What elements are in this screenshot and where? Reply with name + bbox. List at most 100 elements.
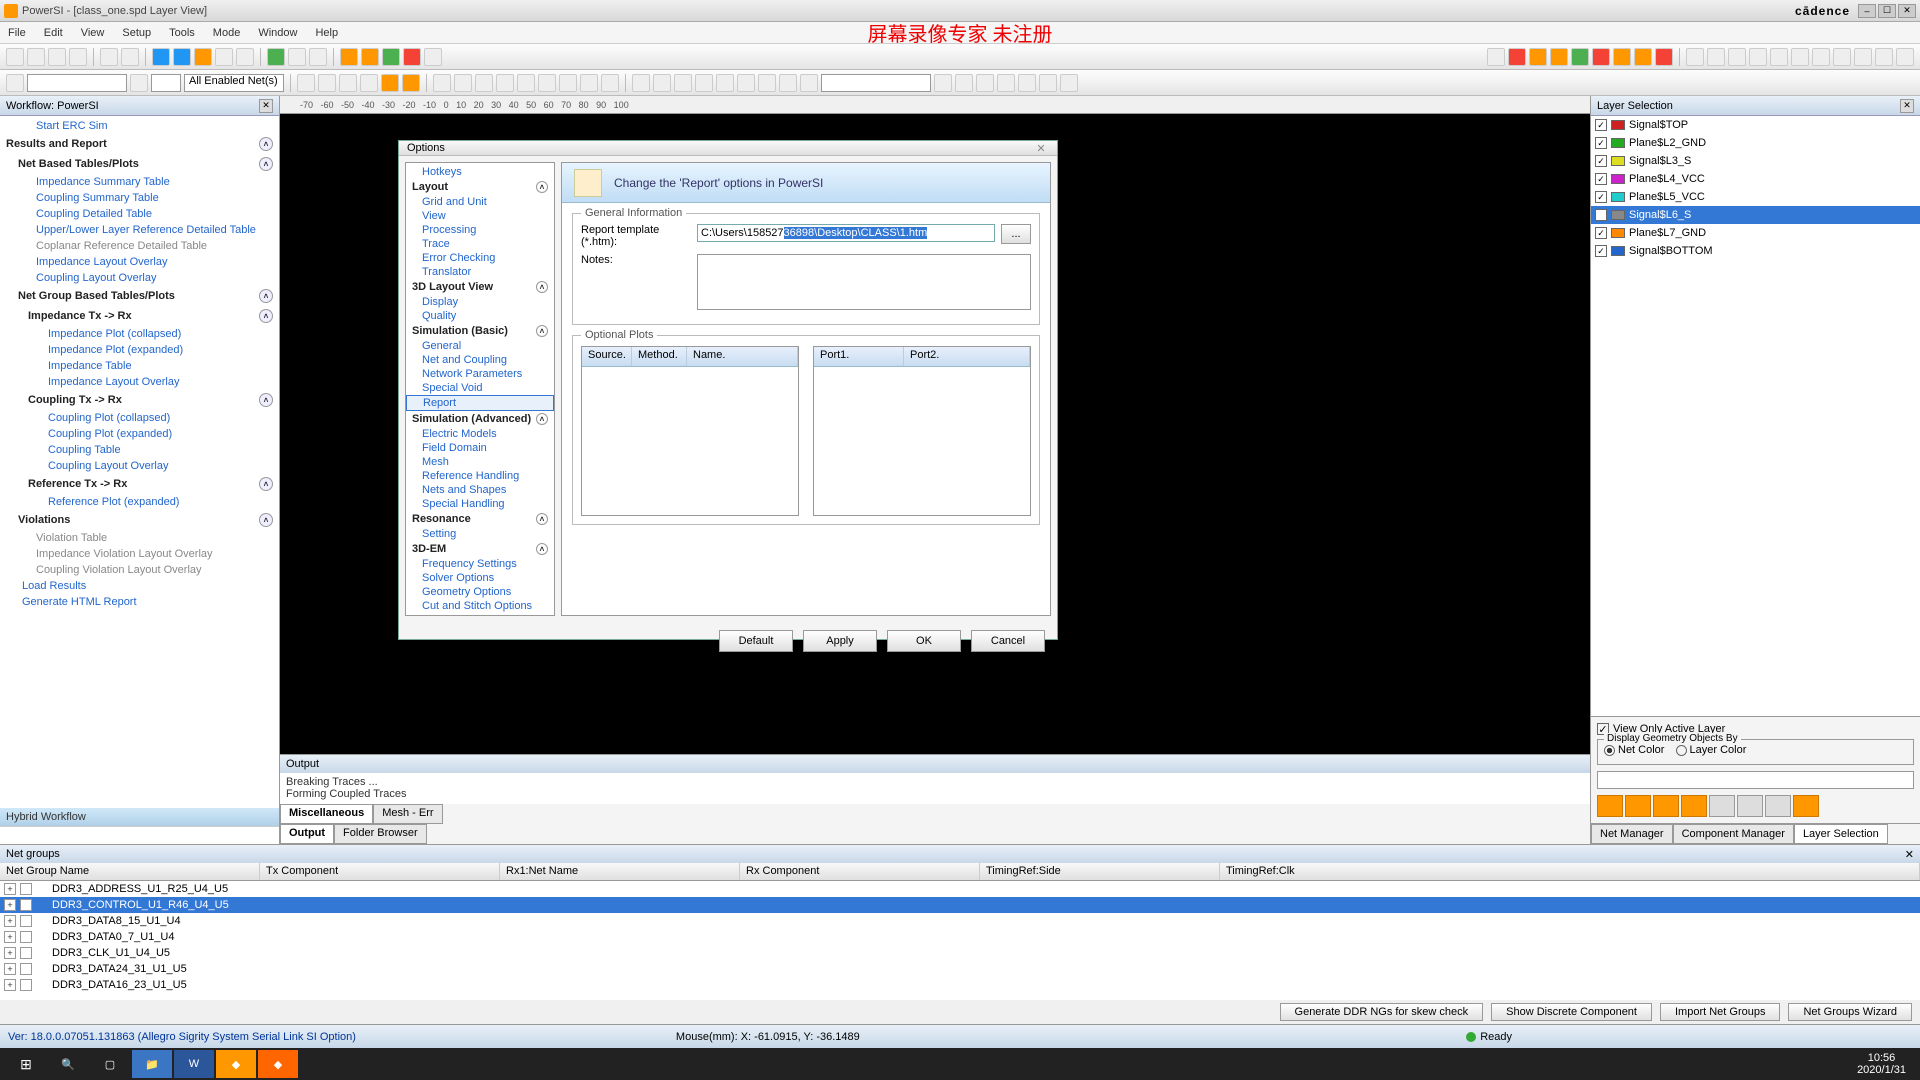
opt3-icon[interactable] <box>382 48 400 66</box>
dt-sb1[interactable]: Net and Coupling <box>406 353 554 367</box>
dt-e1[interactable]: Solver Options <box>406 571 554 585</box>
menu-help[interactable]: Help <box>315 27 338 39</box>
wf-nb-1[interactable]: Coupling Summary Table <box>0 190 279 206</box>
dt-r0[interactable]: Setting <box>406 527 554 541</box>
t2c-icon[interactable] <box>297 74 315 92</box>
expand-icon[interactable]: + <box>4 931 16 943</box>
tab-layer-selection[interactable]: Layer Selection <box>1794 824 1888 844</box>
r11-icon[interactable] <box>1707 48 1725 66</box>
wf-nb-5[interactable]: Impedance Layout Overlay <box>0 254 279 270</box>
wf-nb-3[interactable]: Upper/Lower Layer Reference Detailed Tab… <box>0 222 279 238</box>
taskbar-clock[interactable]: 10:562020/1/31 <box>1857 1052 1914 1076</box>
opt2-icon[interactable] <box>361 48 379 66</box>
ngcol-2[interactable]: Rx1:Net Name <box>500 863 740 880</box>
open-icon[interactable] <box>27 48 45 66</box>
lc-btn-1[interactable] <box>1597 795 1623 817</box>
dialog-titlebar[interactable]: Options ✕ <box>399 141 1057 156</box>
expand-icon[interactable]: + <box>4 979 16 991</box>
layer-checkbox[interactable]: ✓ <box>1595 245 1607 257</box>
explorer-icon[interactable]: 📁 <box>132 1050 172 1078</box>
tbl2-col-1[interactable]: Port2. <box>904 347 1030 366</box>
new-icon[interactable] <box>6 48 24 66</box>
taskview-icon[interactable]: ▢ <box>90 1050 130 1078</box>
dt-l4[interactable]: Error Checking <box>406 251 554 265</box>
expand-icon[interactable]: + <box>4 899 16 911</box>
t2s-icon[interactable] <box>653 74 671 92</box>
wf-imp-0[interactable]: Impedance Plot (collapsed) <box>0 326 279 342</box>
wf-net-based[interactable]: Net Based Tables/Plots˄ <box>0 154 279 174</box>
out-tab-misc[interactable]: Miscellaneous <box>280 804 373 824</box>
collapse-icon[interactable]: ˄ <box>259 157 273 171</box>
layer-row[interactable]: ✓Plane$L4_VCC <box>1591 170 1920 188</box>
t2a-icon[interactable] <box>6 74 24 92</box>
layer-filter-input[interactable] <box>1597 771 1914 789</box>
apply-button[interactable]: Apply <box>803 630 877 652</box>
layer-checkbox[interactable]: ✓ <box>1595 191 1607 203</box>
r8-icon[interactable] <box>1634 48 1652 66</box>
dialog-close-icon[interactable]: ✕ <box>1033 141 1049 155</box>
out-tab-mesh[interactable]: Mesh - Err <box>373 804 442 824</box>
t2j-icon[interactable] <box>454 74 472 92</box>
run-icon[interactable] <box>267 48 285 66</box>
netgroup-row[interactable]: +DDR3_CLK_U1_U4_U5 <box>0 945 1920 961</box>
layer-row[interactable]: ✓Signal$L6_S <box>1591 206 1920 224</box>
t2d-icon[interactable] <box>318 74 336 92</box>
lc-btn-5[interactable] <box>1709 795 1735 817</box>
netgroup-row[interactable]: +DDR3_ADDRESS_U1_R25_U4_U5 <box>0 881 1920 897</box>
wf-results-report[interactable]: Results and Report˄ <box>0 134 279 154</box>
t2aa-icon[interactable] <box>934 74 952 92</box>
layer-icon[interactable] <box>152 48 170 66</box>
wf-nb-6[interactable]: Coupling Layout Overlay <box>0 270 279 286</box>
layer-row[interactable]: ✓Plane$L7_GND <box>1591 224 1920 242</box>
dt-sb3[interactable]: Special Void <box>406 381 554 395</box>
menu-mode[interactable]: Mode <box>213 27 241 39</box>
netgroups-close-icon[interactable]: ✕ <box>1905 848 1914 861</box>
dt-sa2[interactable]: Mesh <box>406 455 554 469</box>
t2b-icon[interactable] <box>130 74 148 92</box>
t2af-icon[interactable] <box>1039 74 1057 92</box>
tbl1-col-2[interactable]: Name. <box>687 347 798 366</box>
netgroup-row[interactable]: +DDR3_DATA24_31_U1_U5 <box>0 961 1920 977</box>
t2p-icon[interactable] <box>580 74 598 92</box>
menu-tools[interactable]: Tools <box>169 27 195 39</box>
r9-icon[interactable] <box>1655 48 1673 66</box>
layer-row[interactable]: ✓Signal$L3_S <box>1591 152 1920 170</box>
ng-btn-3[interactable]: Net Groups Wizard <box>1788 1003 1912 1021</box>
undo-icon[interactable] <box>100 48 118 66</box>
layer-close-icon[interactable]: ✕ <box>1900 99 1914 113</box>
netgroup-checkbox[interactable] <box>20 931 32 943</box>
tbl1-col-0[interactable]: Source. <box>582 347 632 366</box>
layer-checkbox[interactable]: ✓ <box>1595 137 1607 149</box>
t2r-icon[interactable] <box>632 74 650 92</box>
dt-l3[interactable]: Trace <box>406 237 554 251</box>
search-icon[interactable]: 🔍 <box>48 1050 88 1078</box>
layer-row[interactable]: ✓Signal$TOP <box>1591 116 1920 134</box>
wf-start-erc[interactable]: Start ERC Sim <box>0 118 279 134</box>
collapse-icon[interactable]: ˄ <box>536 513 548 525</box>
expand-icon[interactable]: + <box>4 947 16 959</box>
dt-hotkeys[interactable]: Hotkeys <box>406 165 554 179</box>
collapse-icon[interactable]: ˄ <box>259 477 273 491</box>
t2h-icon[interactable] <box>402 74 420 92</box>
expand-icon[interactable]: + <box>4 883 16 895</box>
stop-icon[interactable] <box>309 48 327 66</box>
t2k-icon[interactable] <box>475 74 493 92</box>
wf-imp-1[interactable]: Impedance Plot (expanded) <box>0 342 279 358</box>
netgroup-row[interactable]: +DDR3_DATA8_15_U1_U4 <box>0 913 1920 929</box>
wf-viol-0[interactable]: Violation Table <box>0 530 279 546</box>
layer-checkbox[interactable]: ✓ <box>1595 155 1607 167</box>
t2i-icon[interactable] <box>433 74 451 92</box>
r20-icon[interactable] <box>1896 48 1914 66</box>
dt-l1[interactable]: View <box>406 209 554 223</box>
opt4-icon[interactable] <box>403 48 421 66</box>
t2t-icon[interactable] <box>674 74 692 92</box>
tab-net-manager[interactable]: Net Manager <box>1591 824 1673 844</box>
r5-icon[interactable] <box>1571 48 1589 66</box>
r2-icon[interactable] <box>1508 48 1526 66</box>
wf-net-group[interactable]: Net Group Based Tables/Plots˄ <box>0 286 279 306</box>
wf-gen[interactable]: Generate HTML Report <box>0 594 279 610</box>
pause-icon[interactable] <box>288 48 306 66</box>
t2f-icon[interactable] <box>360 74 378 92</box>
wf-violations[interactable]: Violations˄ <box>0 510 279 530</box>
t2ab-icon[interactable] <box>955 74 973 92</box>
